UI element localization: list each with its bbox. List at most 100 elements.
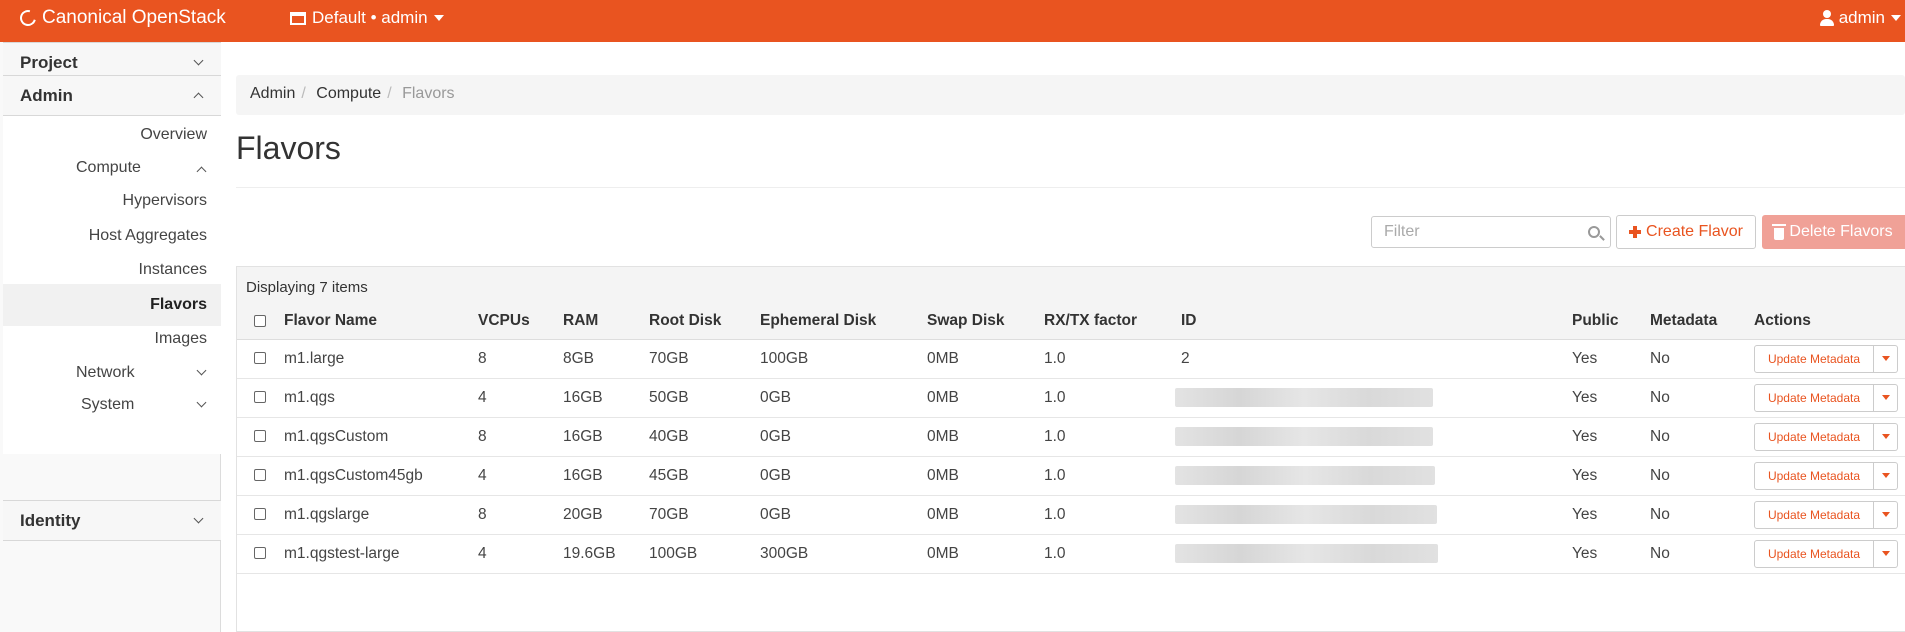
update-metadata-button[interactable]: Update Metadata <box>1754 422 1874 451</box>
chevron-up-icon <box>193 92 204 103</box>
user-menu-dropdown[interactable]: admin <box>1819 8 1901 28</box>
openstack-logo-icon <box>17 7 39 29</box>
breadcrumb-compute[interactable]: Compute <box>316 85 381 102</box>
flavor-root-disk: 70GB <box>649 339 760 379</box>
column-header[interactable]: ID <box>1181 303 1572 340</box>
flavor-ephemeral-disk: 300GB <box>760 534 927 574</box>
sidebar-group-network[interactable]: Network <box>76 364 207 382</box>
flavor-metadata: No <box>1650 417 1754 457</box>
select-all-checkbox[interactable] <box>254 314 266 327</box>
actions-dropdown-toggle[interactable] <box>1874 461 1898 490</box>
top-navbar: Canonical OpenStack Default • admin admi… <box>0 0 1905 42</box>
update-metadata-button[interactable]: Update Metadata <box>1754 500 1874 529</box>
caret-down-icon <box>1881 356 1890 361</box>
column-header[interactable]: RAM <box>563 303 649 340</box>
flavor-swap-disk: 0MB <box>927 456 1044 496</box>
sidebar-group-system[interactable]: System <box>81 396 207 414</box>
caret-down-icon <box>1881 434 1890 439</box>
column-header[interactable]: VCPUs <box>478 303 563 340</box>
flavor-name: m1.qgsCustom <box>284 417 478 457</box>
sidebar-item-instances[interactable]: Instances <box>139 261 207 279</box>
actions-dropdown-toggle[interactable] <box>1874 500 1898 529</box>
sidebar-item-images[interactable]: Images <box>155 330 207 348</box>
row-checkbox[interactable] <box>254 391 266 404</box>
table-row: m1.qgstest-large 4 19.6GB 100GB 300GB 0M… <box>237 534 1905 574</box>
flavor-id-cell <box>1175 378 1572 418</box>
sidebar-item-flavors[interactable]: Flavors <box>3 284 221 326</box>
breadcrumb-current: Flavors <box>402 85 455 102</box>
flavor-swap-disk: 0MB <box>927 495 1044 535</box>
table-row: m1.qgsCustom45gb 4 16GB 45GB 0GB 0MB 1.0… <box>237 456 1905 496</box>
flavor-ram: 20GB <box>563 495 649 535</box>
column-header[interactable]: Ephemeral Disk <box>760 303 927 340</box>
breadcrumb-admin[interactable]: Admin <box>250 85 295 102</box>
item-count: Displaying 7 items <box>237 267 1905 303</box>
column-header[interactable]: Public <box>1572 303 1650 340</box>
actions-button-group: Update Metadata <box>1754 344 1898 373</box>
actions-dropdown-toggle[interactable] <box>1874 344 1898 373</box>
chevron-up-icon <box>196 166 207 177</box>
update-metadata-button[interactable]: Update Metadata <box>1754 539 1874 568</box>
redacted-id <box>1175 505 1437 524</box>
chevron-down-icon <box>193 513 204 524</box>
sidebar-item-hypervisors[interactable]: Hypervisors <box>123 192 207 210</box>
project-picker-dropdown[interactable]: Default • admin <box>290 8 444 28</box>
column-header[interactable]: Swap Disk <box>927 303 1044 340</box>
update-metadata-button[interactable]: Update Metadata <box>1754 383 1874 412</box>
flavors-table-container: Displaying 7 items Flavor Name VCPUs RAM… <box>236 266 1905 632</box>
flavor-swap-disk: 0MB <box>927 534 1044 574</box>
brand-logo[interactable]: Canonical OpenStack <box>17 7 226 29</box>
row-select-cell <box>237 378 284 418</box>
sidebar-group-compute[interactable]: Compute <box>76 159 207 177</box>
actions-dropdown-toggle[interactable] <box>1874 383 1898 412</box>
table-row: m1.qgslarge 8 20GB 70GB 0GB 0MB 1.0 Yes … <box>237 495 1905 535</box>
sidebar-group-label: Compute <box>76 159 141 176</box>
sidebar-group-label: Network <box>76 364 135 381</box>
flavor-actions: Update Metadata <box>1754 495 1905 535</box>
flavor-rxtx-factor: 1.0 <box>1044 534 1181 574</box>
actions-dropdown-toggle[interactable] <box>1874 539 1898 568</box>
sidebar-item-overview[interactable]: Overview <box>140 126 207 144</box>
update-metadata-button[interactable]: Update Metadata <box>1754 344 1874 373</box>
redacted-id <box>1175 388 1433 407</box>
page-title: Flavors <box>236 130 341 166</box>
select-all-cell <box>237 303 284 340</box>
row-select-cell <box>237 534 284 574</box>
row-checkbox[interactable] <box>254 469 266 482</box>
create-flavor-button[interactable]: Create Flavor <box>1616 215 1756 249</box>
sidebar-item-host-aggregates[interactable]: Host Aggregates <box>89 227 207 245</box>
sidebar-panel-admin[interactable]: Admin <box>3 75 221 116</box>
table-header-row: Flavor Name VCPUs RAM Root Disk Ephemera… <box>237 303 1905 340</box>
flavor-public: Yes <box>1572 495 1650 535</box>
flavor-metadata: No <box>1650 378 1754 418</box>
update-metadata-button[interactable]: Update Metadata <box>1754 461 1874 490</box>
delete-flavors-button[interactable]: Delete Flavors <box>1762 215 1905 249</box>
table-row: m1.qgs 4 16GB 50GB 0GB 0MB 1.0 Yes No Up… <box>237 378 1905 418</box>
flavor-ephemeral-disk: 100GB <box>760 339 927 379</box>
flavor-name: m1.large <box>284 339 478 379</box>
row-checkbox[interactable] <box>254 547 266 560</box>
filter-input[interactable] <box>1371 216 1611 248</box>
column-header[interactable]: Metadata <box>1650 303 1754 340</box>
row-select-cell <box>237 456 284 496</box>
flavor-ephemeral-disk: 0GB <box>760 456 927 496</box>
flavor-public: Yes <box>1572 456 1650 496</box>
column-header[interactable]: Flavor Name <box>284 303 478 340</box>
flavor-rxtx-factor: 1.0 <box>1044 456 1181 496</box>
actions-dropdown-toggle[interactable] <box>1874 422 1898 451</box>
flavor-public: Yes <box>1572 339 1650 379</box>
sidebar-panel-identity[interactable]: Identity <box>3 500 221 541</box>
caret-down-icon <box>1881 473 1890 478</box>
row-checkbox[interactable] <box>254 352 266 365</box>
column-header[interactable]: RX/TX factor <box>1044 303 1181 340</box>
sidebar-panel-label: Admin <box>20 86 73 105</box>
row-select-cell <box>237 417 284 457</box>
row-checkbox[interactable] <box>254 508 266 521</box>
flavor-name: m1.qgstest-large <box>284 534 478 574</box>
table-row: m1.large 8 8GB 70GB 100GB 0MB 1.0 2 Yes … <box>237 339 1905 379</box>
create-flavor-label: Create Flavor <box>1646 223 1743 240</box>
flavor-ephemeral-disk: 0GB <box>760 495 927 535</box>
column-header[interactable]: Root Disk <box>649 303 760 340</box>
row-checkbox[interactable] <box>254 430 266 443</box>
main-content: Admin/ Compute/ Flavors Flavors Create F… <box>236 42 1905 632</box>
